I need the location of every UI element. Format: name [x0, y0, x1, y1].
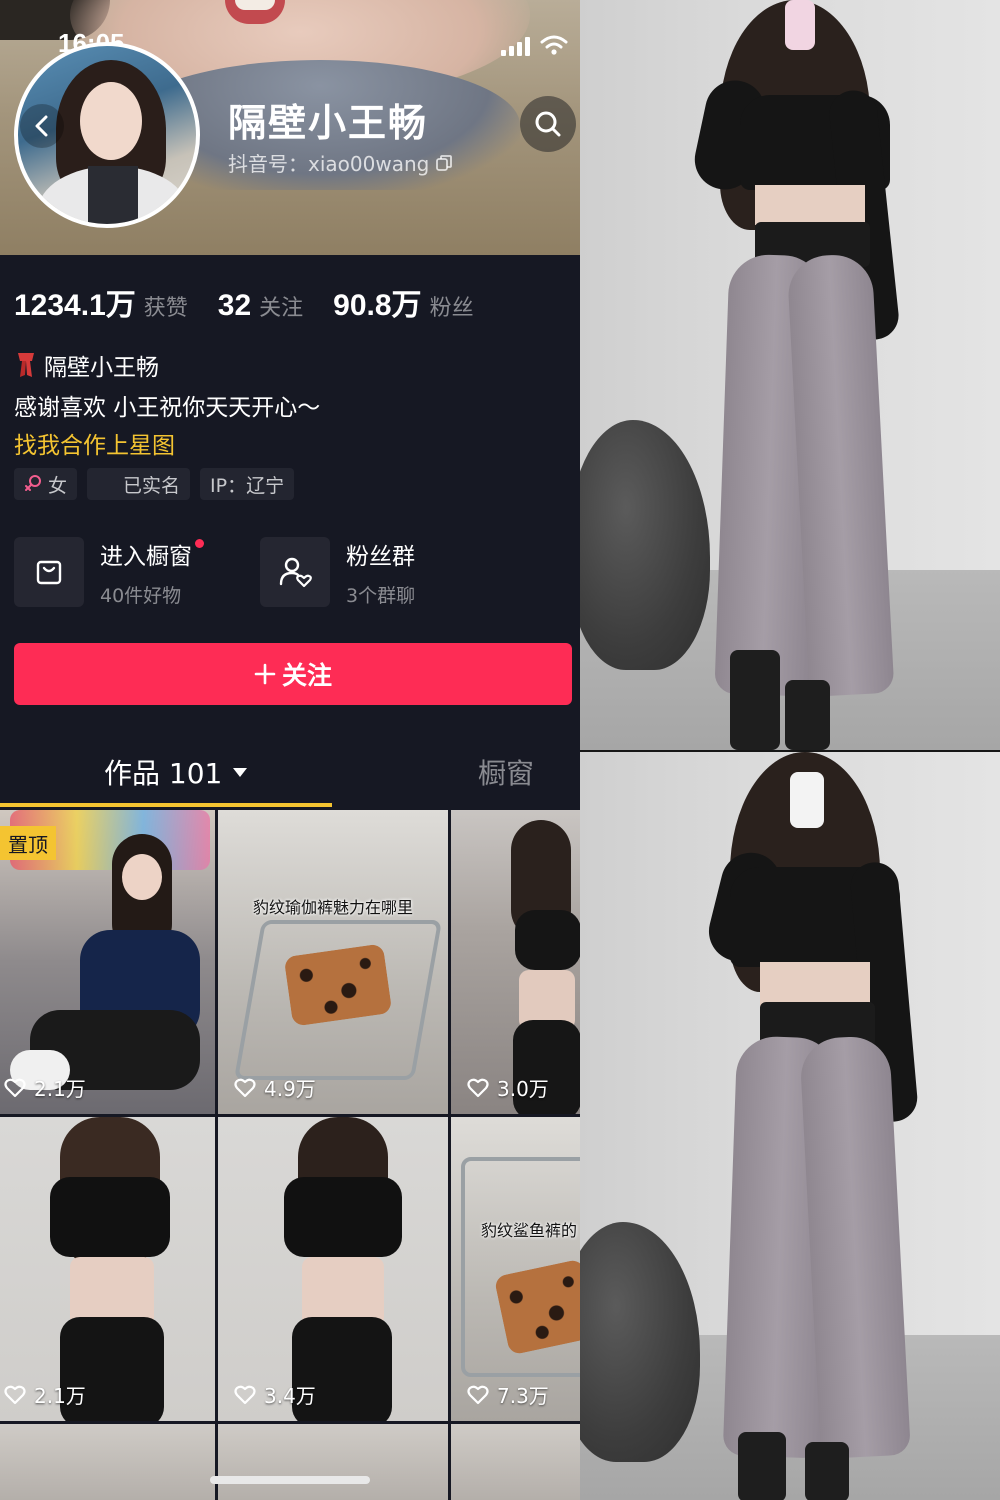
douyin-id[interactable]: 抖音号：xiao00wang	[228, 148, 453, 177]
video-likes-count: 3.0万	[497, 1077, 549, 1101]
bio-line-1-text: 隔壁小王畅	[44, 355, 159, 381]
video-likes-count: 7.3万	[497, 1384, 549, 1408]
fan-group-sub: 3个群聊	[346, 584, 416, 607]
shop-entry-title-text: 进入橱窗	[100, 543, 192, 570]
video-tile[interactable]: 3.0万	[451, 810, 580, 1114]
stat-following-number: 32	[217, 289, 252, 322]
bio-line-2: 感谢喜欢 小王祝你天天开心～	[14, 395, 321, 421]
video-likes: 7.3万	[467, 1380, 549, 1409]
video-likes: 4.9万	[234, 1073, 316, 1102]
shop-entry-sub: 40件好物	[100, 584, 182, 607]
status-icons	[501, 34, 568, 56]
gender-tag: 女	[14, 468, 78, 500]
video-likes-count: 4.9万	[264, 1077, 316, 1101]
follow-button[interactable]: 关注	[14, 643, 572, 705]
chevron-left-icon	[35, 115, 48, 137]
douyin-id-text: 抖音号：xiao00wang	[228, 152, 430, 176]
video-grid-next-row	[0, 1424, 580, 1500]
profile-screen: 16:05 隔壁小王畅 抖音号：xiao00wang	[0, 0, 580, 1500]
search-button[interactable]	[520, 96, 576, 152]
tab-shop[interactable]: 橱窗	[478, 752, 534, 792]
copy-icon[interactable]	[435, 154, 453, 172]
tab-works[interactable]: 作品 101	[104, 752, 248, 792]
video-likes: 2.1万	[4, 1073, 86, 1102]
stat-followers-number: 90.8万	[333, 289, 422, 322]
video-likes-count: 3.4万	[264, 1384, 316, 1408]
signal-icon	[501, 36, 530, 56]
search-icon	[535, 111, 561, 137]
video-caption: 豹纹瑜伽裤魅力在哪里	[252, 898, 413, 917]
bio-line-1: 隔壁小王畅	[14, 348, 159, 382]
video-tile-partial[interactable]	[0, 1424, 215, 1500]
stat-likes-label: 获赞	[143, 296, 188, 321]
video-tile[interactable]: 豹纹鲨鱼裤的 7.3万	[451, 1117, 580, 1421]
video-likes-count: 2.1万	[34, 1077, 86, 1101]
video-caption: 豹纹鲨鱼裤的	[481, 1221, 578, 1240]
video-tile[interactable]: 豹纹瑜伽裤魅力在哪里 4.9万	[218, 810, 448, 1114]
stat-likes-number: 1234.1万	[14, 289, 136, 322]
content-tabs: 作品 101 橱窗	[0, 740, 580, 808]
stat-followers-label: 粉丝	[429, 296, 474, 321]
video-tile[interactable]: 3.4万	[218, 1117, 448, 1421]
stat-following-label: 关注	[259, 296, 304, 321]
fan-group-icon-box	[260, 537, 330, 607]
profile-stats: 1234.1万 获赞 32 关注 90.8万 粉丝	[14, 280, 504, 324]
fan-group-entry[interactable]: 粉丝群 3个群聊	[260, 536, 415, 608]
scarf-icon	[18, 353, 34, 377]
tab-works-label: 作品 101	[104, 757, 223, 790]
plus-icon	[254, 663, 276, 685]
video-likes-count: 2.1万	[34, 1384, 86, 1408]
back-button[interactable]	[20, 104, 64, 148]
fan-group-icon	[279, 557, 312, 588]
verified-tag-label: 已实名	[123, 474, 181, 497]
video-tile-partial[interactable]	[451, 1424, 580, 1500]
heart-icon	[467, 1385, 489, 1404]
shopping-bag-icon	[36, 560, 62, 585]
heart-icon	[467, 1078, 489, 1097]
profile-tags: 女 已实名 IP：辽宁	[14, 468, 295, 500]
stat-likes[interactable]: 1234.1万 获赞	[14, 280, 188, 324]
verified-tag: 已实名	[87, 468, 191, 500]
shop-entry-icon-box	[14, 537, 84, 607]
video-likes: 2.1万	[4, 1380, 86, 1409]
female-icon	[25, 475, 41, 491]
profile-name: 隔壁小王畅	[228, 101, 429, 145]
heart-icon	[234, 1385, 256, 1404]
shop-entry-title: 进入橱窗	[100, 537, 204, 571]
heart-icon	[4, 1385, 26, 1404]
video-tile[interactable]: 置顶 2.1万	[0, 810, 215, 1114]
video-likes: 3.0万	[467, 1073, 549, 1102]
home-indicator[interactable]	[210, 1476, 370, 1484]
video-grid: 置顶 2.1万 豹纹瑜伽裤魅力在哪里 4.9万 3.0万 2.1万 3.4万 豹…	[0, 810, 580, 1421]
video-likes: 3.4万	[234, 1380, 316, 1409]
heart-icon	[4, 1078, 26, 1097]
tab-indicator	[0, 803, 332, 807]
gender-tag-label: 女	[48, 474, 68, 497]
fan-group-title: 粉丝群	[346, 543, 415, 570]
follow-button-label: 关注	[281, 661, 332, 690]
wifi-icon	[540, 35, 568, 55]
shop-entry[interactable]: 进入橱窗 40件好物	[14, 536, 204, 608]
notification-dot	[195, 538, 204, 548]
fashion-photo-top	[580, 0, 1000, 750]
stat-followers[interactable]: 90.8万 粉丝	[333, 280, 473, 324]
ip-tag-label: IP：辽宁	[210, 474, 285, 497]
video-tile[interactable]: 2.1万	[0, 1117, 215, 1421]
video-tile-partial[interactable]	[218, 1424, 448, 1500]
heart-icon	[234, 1078, 256, 1097]
fashion-photo-bottom	[580, 752, 1000, 1500]
pinned-badge: 置顶	[0, 826, 56, 860]
bio-link[interactable]: 找我合作上星图	[14, 426, 175, 460]
stat-following[interactable]: 32 关注	[218, 289, 303, 323]
ip-tag: IP：辽宁	[200, 468, 295, 500]
caret-down-icon	[233, 768, 248, 777]
